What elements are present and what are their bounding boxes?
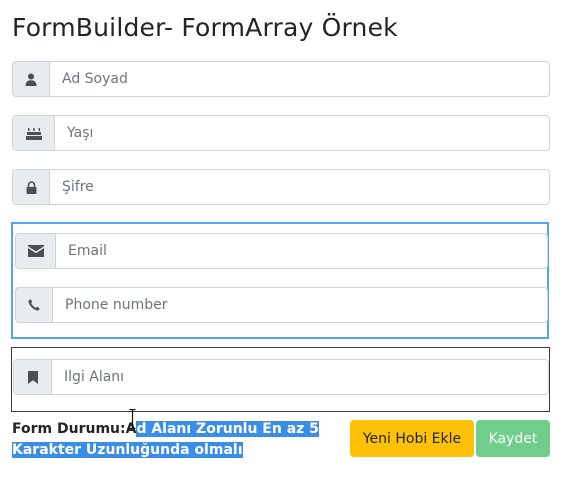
age-input[interactable]: [54, 115, 550, 151]
interest-input-group: [13, 359, 549, 395]
add-hobby-button[interactable]: Yeni Hobi Ekle: [350, 420, 474, 457]
save-button[interactable]: Kaydet: [476, 420, 550, 457]
email-input-group: [15, 233, 548, 269]
form-page: FormBuilder- FormArray Örnek Ad Soyad Ya…: [0, 0, 562, 478]
interest-input[interactable]: [51, 359, 549, 395]
email-input[interactable]: [55, 233, 548, 269]
form-status: Form Durumu:Ad Alanı Zorunlu En az 5 Kar…: [12, 419, 342, 461]
phone-input[interactable]: [52, 287, 548, 323]
phone-icon: [15, 287, 52, 323]
text-cursor-icon: [129, 409, 136, 429]
bookmark-icon: [13, 359, 51, 395]
page-title: FormBuilder- FormArray Örnek: [12, 13, 398, 42]
lock-icon: [12, 169, 49, 205]
envelope-icon: [15, 233, 55, 269]
phone-input-group: [15, 287, 548, 323]
user-icon: [12, 61, 49, 97]
form-status-label: Form Durumu:: [12, 421, 126, 437]
age-input-group: [12, 115, 550, 151]
name-input-group: [12, 61, 550, 97]
password-input[interactable]: [49, 169, 550, 205]
password-input-group: [12, 169, 550, 205]
name-input[interactable]: [49, 61, 550, 97]
birthday-cake-icon: [12, 115, 54, 151]
